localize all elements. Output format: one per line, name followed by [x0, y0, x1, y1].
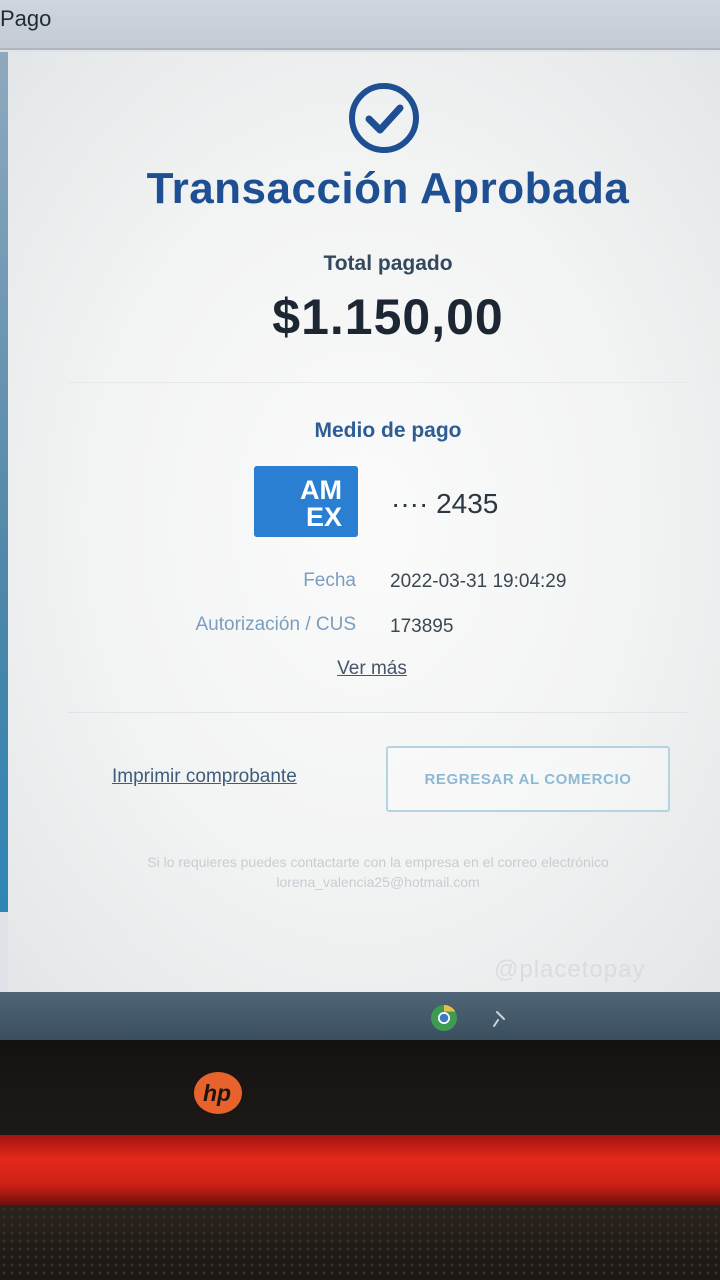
- placetopay-brand-mark: @placetopay: [494, 956, 645, 984]
- section-divider: [68, 712, 688, 713]
- date-value: 2022-03-31 19:04:29: [390, 571, 567, 592]
- window-titlebar: Pago: [0, 0, 720, 50]
- total-paid-label: Total pagado: [323, 252, 453, 275]
- photo-frame: Pago Transacción Aprobada Total pagado $…: [0, 0, 720, 1280]
- authorization-value: 173895: [390, 616, 454, 637]
- section-divider: [68, 382, 688, 383]
- amex-text-line1: AM: [300, 475, 342, 505]
- laptop-bezel: [0, 1040, 720, 1135]
- laptop-keyboard-deck: [0, 1205, 720, 1280]
- footer-note-line1: Si lo requieres puedes contactarte con l…: [147, 854, 609, 870]
- card-number-masked: ···· 2435: [391, 488, 499, 519]
- hp-logo-icon: hp: [194, 1072, 242, 1114]
- check-circle-icon: [349, 83, 419, 153]
- os-taskbar: [0, 992, 720, 1040]
- payment-method-label: Medio de pago: [314, 419, 462, 442]
- return-to-merchant-button[interactable]: REGRESAR AL COMERCIO: [386, 746, 670, 812]
- pin-icon[interactable]: [488, 1008, 510, 1030]
- laptop-screen: Pago Transacción Aprobada Total pagado $…: [0, 0, 720, 1040]
- side-panel-edge: [0, 52, 8, 912]
- laptop-red-trim: [0, 1135, 720, 1205]
- see-more-link[interactable]: Ver más: [8, 658, 720, 680]
- print-receipt-link[interactable]: Imprimir comprobante: [112, 766, 297, 788]
- date-label: Fecha: [303, 570, 356, 591]
- amex-text-line2: EX: [306, 502, 342, 532]
- amex-logo-icon: AM EX: [254, 466, 358, 537]
- hp-logo-text: hp: [203, 1080, 231, 1106]
- chrome-icon[interactable]: [430, 1004, 458, 1032]
- receipt-card: Transacción Aprobada Total pagado $1.150…: [8, 52, 720, 992]
- total-paid-amount: $1.150,00: [272, 289, 504, 345]
- authorization-label: Autorización / CUS: [195, 614, 356, 635]
- contact-footer-note: Si lo requieres puedes contactarte con l…: [38, 852, 718, 892]
- brand-mark-text: placetopay: [519, 956, 646, 983]
- transaction-status-title: Transacción Aprobada: [146, 164, 630, 213]
- brand-mark-at-icon: @: [494, 956, 520, 983]
- footer-note-email: lorena_valencia25@hotmail.com: [276, 874, 480, 890]
- window-title: Pago: [0, 6, 52, 31]
